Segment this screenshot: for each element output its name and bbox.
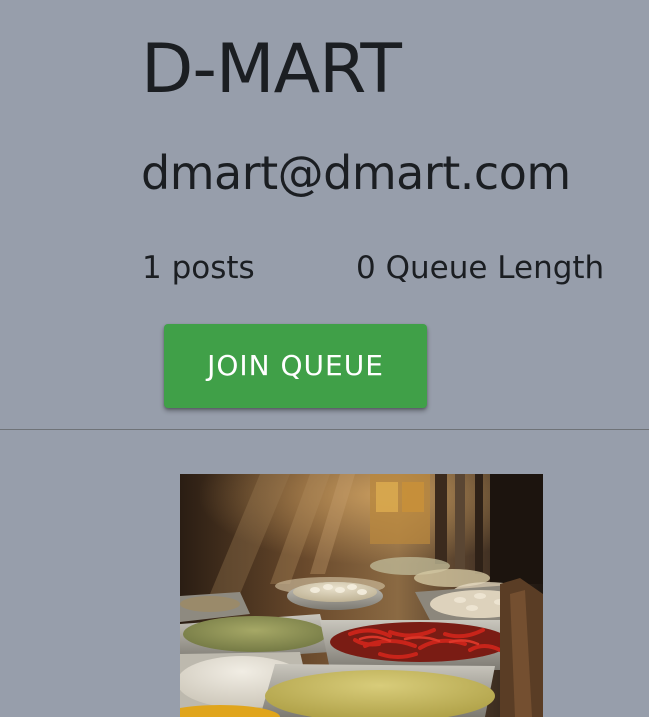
post-image[interactable] [180, 474, 543, 717]
section-divider [0, 429, 649, 430]
store-name: D-MART [141, 30, 402, 109]
profile-page: D-MART dmart@dmart.com 1 posts 0 Queue L… [0, 0, 649, 717]
posts-count: 1 posts [142, 250, 255, 286]
join-queue-button[interactable]: JOIN QUEUE [164, 324, 427, 408]
queue-length: 0 Queue Length [356, 250, 605, 286]
store-email: dmart@dmart.com [141, 146, 571, 200]
spice-market-photo [180, 474, 543, 717]
profile-stats: 1 posts 0 Queue Length [142, 246, 642, 290]
